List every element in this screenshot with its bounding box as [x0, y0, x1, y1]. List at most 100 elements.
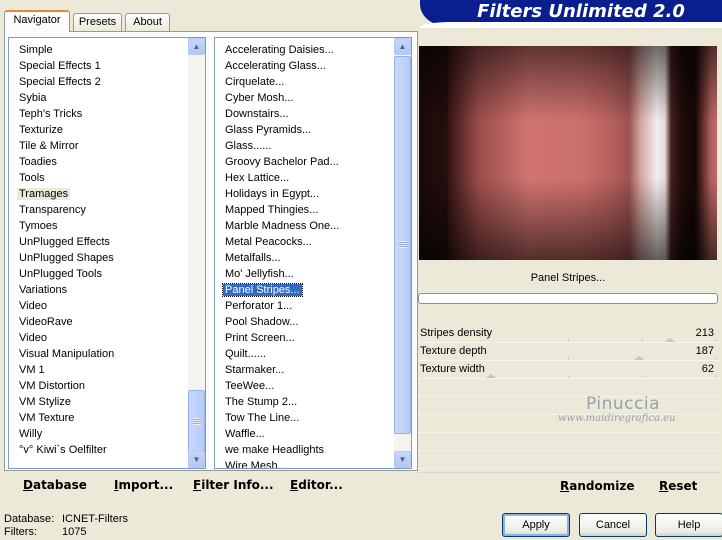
filter-item[interactable]: TeeWee...: [215, 378, 391, 394]
list-item-label: Tramages: [17, 188, 71, 200]
category-item[interactable]: Tools: [9, 170, 185, 186]
param-stripes-density[interactable]: Stripes density 213: [418, 325, 720, 343]
list-item-label: The Stump 2...: [225, 396, 298, 408]
scroll-up-icon[interactable]: ▲: [188, 38, 205, 55]
tab-about[interactable]: About: [125, 13, 170, 31]
list-item-label: Glass Pyramids...: [225, 124, 312, 136]
filter-item[interactable]: Wire Mesh...: [215, 458, 391, 469]
filter-item[interactable]: Starmaker...: [215, 362, 391, 378]
scroll-down-icon[interactable]: ▼: [394, 451, 411, 468]
category-item[interactable]: VM Distortion: [9, 378, 185, 394]
category-item[interactable]: UnPlugged Shapes: [9, 250, 185, 266]
filter-item[interactable]: Mo' Jellyfish...: [215, 266, 391, 282]
list-item-label: Perforator 1...: [225, 300, 293, 312]
scroll-up-icon[interactable]: ▲: [394, 38, 411, 55]
editor-button[interactable]: Editor...: [290, 478, 343, 492]
category-item[interactable]: Tramages: [9, 186, 185, 202]
category-item[interactable]: Sybia: [9, 90, 185, 106]
apply-button[interactable]: Apply: [502, 513, 570, 537]
filter-scroll-thumb[interactable]: [394, 56, 411, 434]
category-scroll-thumb[interactable]: [188, 390, 205, 454]
filter-item[interactable]: Hex Lattice...: [215, 170, 391, 186]
filter-item[interactable]: Glass Pyramids...: [215, 122, 391, 138]
filter-item[interactable]: Downstairs...: [215, 106, 391, 122]
list-item-label: Tow The Line...: [225, 412, 300, 424]
filter-item[interactable]: Accelerating Glass...: [215, 58, 391, 74]
filter-item[interactable]: we make Headlights: [215, 442, 391, 458]
category-item[interactable]: VM Texture: [9, 410, 185, 426]
status-filters-value: 1075: [62, 526, 87, 538]
list-item-label: Panel Stripes...: [222, 283, 303, 297]
category-item[interactable]: Texturize: [9, 122, 185, 138]
app-title: Filters Unlimited 2.0: [477, 1, 685, 22]
category-item[interactable]: Variations: [9, 282, 185, 298]
filter-item[interactable]: Holidays in Egypt...: [215, 186, 391, 202]
slider-tick: [568, 339, 569, 342]
import-button[interactable]: Import...: [114, 478, 173, 492]
filter-item[interactable]: Waffle...: [215, 426, 391, 442]
filter-item[interactable]: Mapped Thingies...: [215, 202, 391, 218]
category-item[interactable]: Teph's Tricks: [9, 106, 185, 122]
randomize-button[interactable]: Randomize: [560, 479, 634, 493]
database-button[interactable]: Database: [23, 478, 87, 492]
category-item[interactable]: Visual Manipulation: [9, 346, 185, 362]
list-item-label: VideoRave: [19, 316, 73, 328]
list-item-label: Tools: [19, 172, 45, 184]
category-item[interactable]: Toadies: [9, 154, 185, 170]
reset-button[interactable]: Reset: [659, 479, 697, 493]
param-texture-depth[interactable]: Texture depth 187: [418, 343, 720, 361]
filter-item[interactable]: Marble Madness One...: [215, 218, 391, 234]
category-item[interactable]: Simple: [9, 42, 185, 58]
tab-presets[interactable]: Presets: [73, 13, 122, 31]
filter-item[interactable]: The Stump 2...: [215, 394, 391, 410]
filter-info-button[interactable]: Filter Info...: [193, 478, 274, 492]
filter-scrollbar[interactable]: ▲ ▼: [394, 38, 411, 468]
list-item-label: Downstairs...: [225, 108, 289, 120]
filter-item[interactable]: Cirquelate...: [215, 74, 391, 90]
scroll-down-icon[interactable]: ▼: [188, 451, 205, 468]
category-item[interactable]: Special Effects 2: [9, 74, 185, 90]
filter-item[interactable]: Cyber Mosh...: [215, 90, 391, 106]
list-item-label: Wire Mesh...: [225, 460, 287, 469]
status-database-label: Database:: [4, 513, 55, 525]
filter-item[interactable]: Accelerating Daisies...: [215, 42, 391, 58]
category-scrollbar[interactable]: ▲ ▼: [188, 38, 205, 468]
category-item[interactable]: UnPlugged Effects: [9, 234, 185, 250]
list-item-label: Pool Shadow...: [225, 316, 299, 328]
category-item[interactable]: VM Stylize: [9, 394, 185, 410]
category-item[interactable]: VM 1: [9, 362, 185, 378]
list-item-label: VM Texture: [19, 412, 75, 424]
category-item[interactable]: Video: [9, 298, 185, 314]
filter-item[interactable]: Metalfalls...: [215, 250, 391, 266]
category-item[interactable]: Video: [9, 330, 185, 346]
filter-item[interactable]: Quilt......: [215, 346, 391, 362]
slider-marker[interactable]: [486, 374, 497, 378]
slider-marker[interactable]: [665, 338, 676, 342]
category-item[interactable]: Tile & Mirror: [9, 138, 185, 154]
category-item[interactable]: UnPlugged Tools: [9, 266, 185, 282]
progress-bar: [418, 293, 718, 304]
filter-item[interactable]: Pool Shadow...: [215, 314, 391, 330]
list-item-label: Transparency: [19, 204, 86, 216]
category-item[interactable]: °v° Kiwi`s Oelfilter: [9, 442, 185, 458]
filter-item[interactable]: Glass......: [215, 138, 391, 154]
filter-item[interactable]: Perforator 1...: [215, 298, 391, 314]
filter-item[interactable]: Groovy Bachelor Pad...: [215, 154, 391, 170]
filter-item[interactable]: Print Screen...: [215, 330, 391, 346]
category-item[interactable]: Willy: [9, 426, 185, 442]
category-item[interactable]: Tymoes: [9, 218, 185, 234]
tab-navigator[interactable]: Navigator: [4, 10, 70, 32]
category-item[interactable]: Special Effects 1: [9, 58, 185, 74]
cancel-button[interactable]: Cancel: [579, 513, 647, 537]
filter-item[interactable]: Tow The Line...: [215, 410, 391, 426]
parameter-list: Stripes density 213 Texture depth 187 Te…: [418, 325, 720, 379]
filter-item[interactable]: Panel Stripes...: [215, 282, 391, 298]
category-list[interactable]: Simple Special Effects 1 Special Effects 2…: [8, 37, 206, 469]
param-texture-width[interactable]: Texture width 62: [418, 361, 720, 379]
filter-list[interactable]: Accelerating Daisies... Accelerating Glas…: [214, 37, 412, 469]
category-item[interactable]: VideoRave: [9, 314, 185, 330]
category-item[interactable]: Transparency: [9, 202, 185, 218]
help-button[interactable]: Help: [655, 513, 722, 537]
list-item-label: Mapped Thingies...: [225, 204, 319, 216]
filter-item[interactable]: Metal Peacocks...: [215, 234, 391, 250]
